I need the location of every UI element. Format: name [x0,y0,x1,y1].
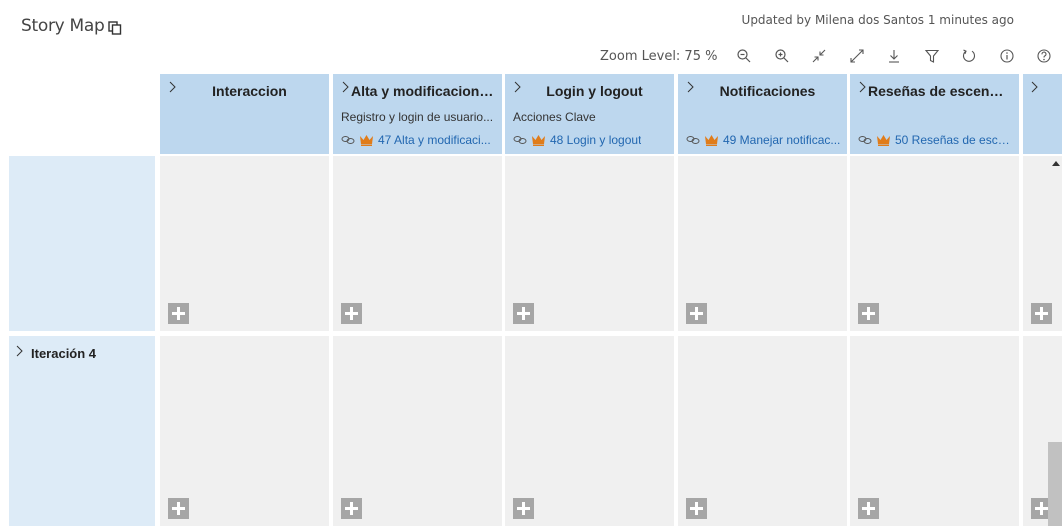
info-button[interactable] [988,44,1026,68]
link-icon [858,136,872,144]
help-icon [1037,49,1051,63]
add-story-button[interactable] [513,303,534,324]
crown-icon [360,135,373,146]
download-icon [889,50,900,63]
chevron-right-icon[interactable] [858,80,868,94]
story-cell [678,156,847,331]
add-story-button[interactable] [341,498,362,519]
story-cell [333,156,502,331]
feature-link[interactable]: 49 Manejar notificac... [686,132,841,148]
column-header-next[interactable] [1023,74,1062,154]
link-icon [513,136,527,144]
story-cell [678,336,847,526]
chevron-right-icon[interactable] [341,80,351,94]
collapse-icon [812,49,826,63]
copy-icon[interactable] [107,20,122,35]
info-icon [1000,49,1014,63]
download-button[interactable] [875,44,913,68]
row-title: Iteración 4 [31,346,97,361]
column-title: Reseñas de escenari... [868,83,1011,99]
add-story-button[interactable] [1031,303,1052,324]
feature-link-label: 48 Login y logout [550,133,642,147]
crown-icon [877,135,890,146]
chevron-right-icon[interactable] [686,80,696,94]
column-title: Alta y modificacion ... [351,83,494,99]
zoom-in-icon [775,49,789,63]
add-story-button[interactable] [341,303,362,324]
link-icon [341,136,355,144]
refresh-button[interactable] [950,44,988,68]
story-cell [160,156,329,331]
add-story-button[interactable] [858,498,879,519]
add-story-button[interactable] [168,498,189,519]
feature-link-label: 49 Manejar notificac... [723,133,841,147]
feature-link-label: 47 Alta y modificaci... [378,133,491,147]
refresh-icon [963,49,976,62]
toolbar: Zoom Level: 75 % [600,44,1062,68]
feature-link[interactable]: 47 Alta y modificaci... [341,132,496,148]
column-title: Notificaciones [719,83,816,99]
chevron-right-icon[interactable] [15,344,25,358]
story-cell [850,336,1019,526]
expand-icon [850,49,864,63]
zoom-out-button[interactable] [725,44,763,68]
chevron-right-icon[interactable] [168,80,178,94]
feature-link[interactable]: 48 Login y logout [513,132,668,148]
filter-button[interactable] [913,44,951,68]
story-cell [850,156,1019,331]
title-area: Story Map [21,14,122,38]
feature-link-label: 50 Reseñas de escen... [895,133,1013,147]
story-cell [1023,156,1062,331]
crown-icon [532,135,545,146]
column-header-notificaciones[interactable]: Notificaciones 49 Manejar notificac... [678,74,847,154]
chevron-right-icon[interactable] [513,80,523,94]
zoom-in-button[interactable] [763,44,801,68]
column-subtitle: Registro y login de usuario... [341,110,494,124]
vertical-scrollbar-thumb[interactable] [1048,442,1062,526]
help-button[interactable] [1025,44,1062,68]
updated-status: Updated by Milena dos Santos 1 minutes a… [741,13,1014,27]
column-header-resenas[interactable]: Reseñas de escenari... 50 Reseñas de esc… [850,74,1019,154]
story-cell [333,336,502,526]
story-cell [505,336,674,526]
row-label [9,156,155,331]
zoom-out-icon [737,49,751,63]
chevron-right-icon[interactable] [1030,80,1040,94]
add-story-button[interactable] [168,303,189,324]
add-story-button[interactable] [513,498,534,519]
page-title: Story Map [21,16,105,36]
column-title: Login y logout [546,83,643,99]
column-title: Interaccion [212,83,287,99]
story-cell [160,336,329,526]
column-subtitle: Acciones Clave [513,110,596,124]
expand-button[interactable] [838,44,876,68]
story-map-board: Interaccion Alta y modificacion ... Regi… [9,74,1062,526]
add-story-button[interactable] [686,498,707,519]
zoom-level: Zoom Level: 75 % [600,48,718,64]
link-icon [686,136,700,144]
add-story-button[interactable] [686,303,707,324]
column-header-alta[interactable]: Alta y modificacion ... Registro y login… [333,74,502,154]
filter-icon [924,49,939,63]
feature-link[interactable]: 50 Reseñas de escen... [858,132,1013,148]
story-cell [505,156,674,331]
collapse-button[interactable] [800,44,838,68]
scroll-up-arrow-icon[interactable] [1052,160,1060,166]
row-label-iteracion-4[interactable]: Iteración 4 [9,336,155,526]
column-header-login[interactable]: Login y logout Acciones Clave 48 Login y… [505,74,674,154]
crown-icon [705,135,718,146]
column-header-interaccion[interactable]: Interaccion [160,74,329,154]
add-story-button[interactable] [858,303,879,324]
